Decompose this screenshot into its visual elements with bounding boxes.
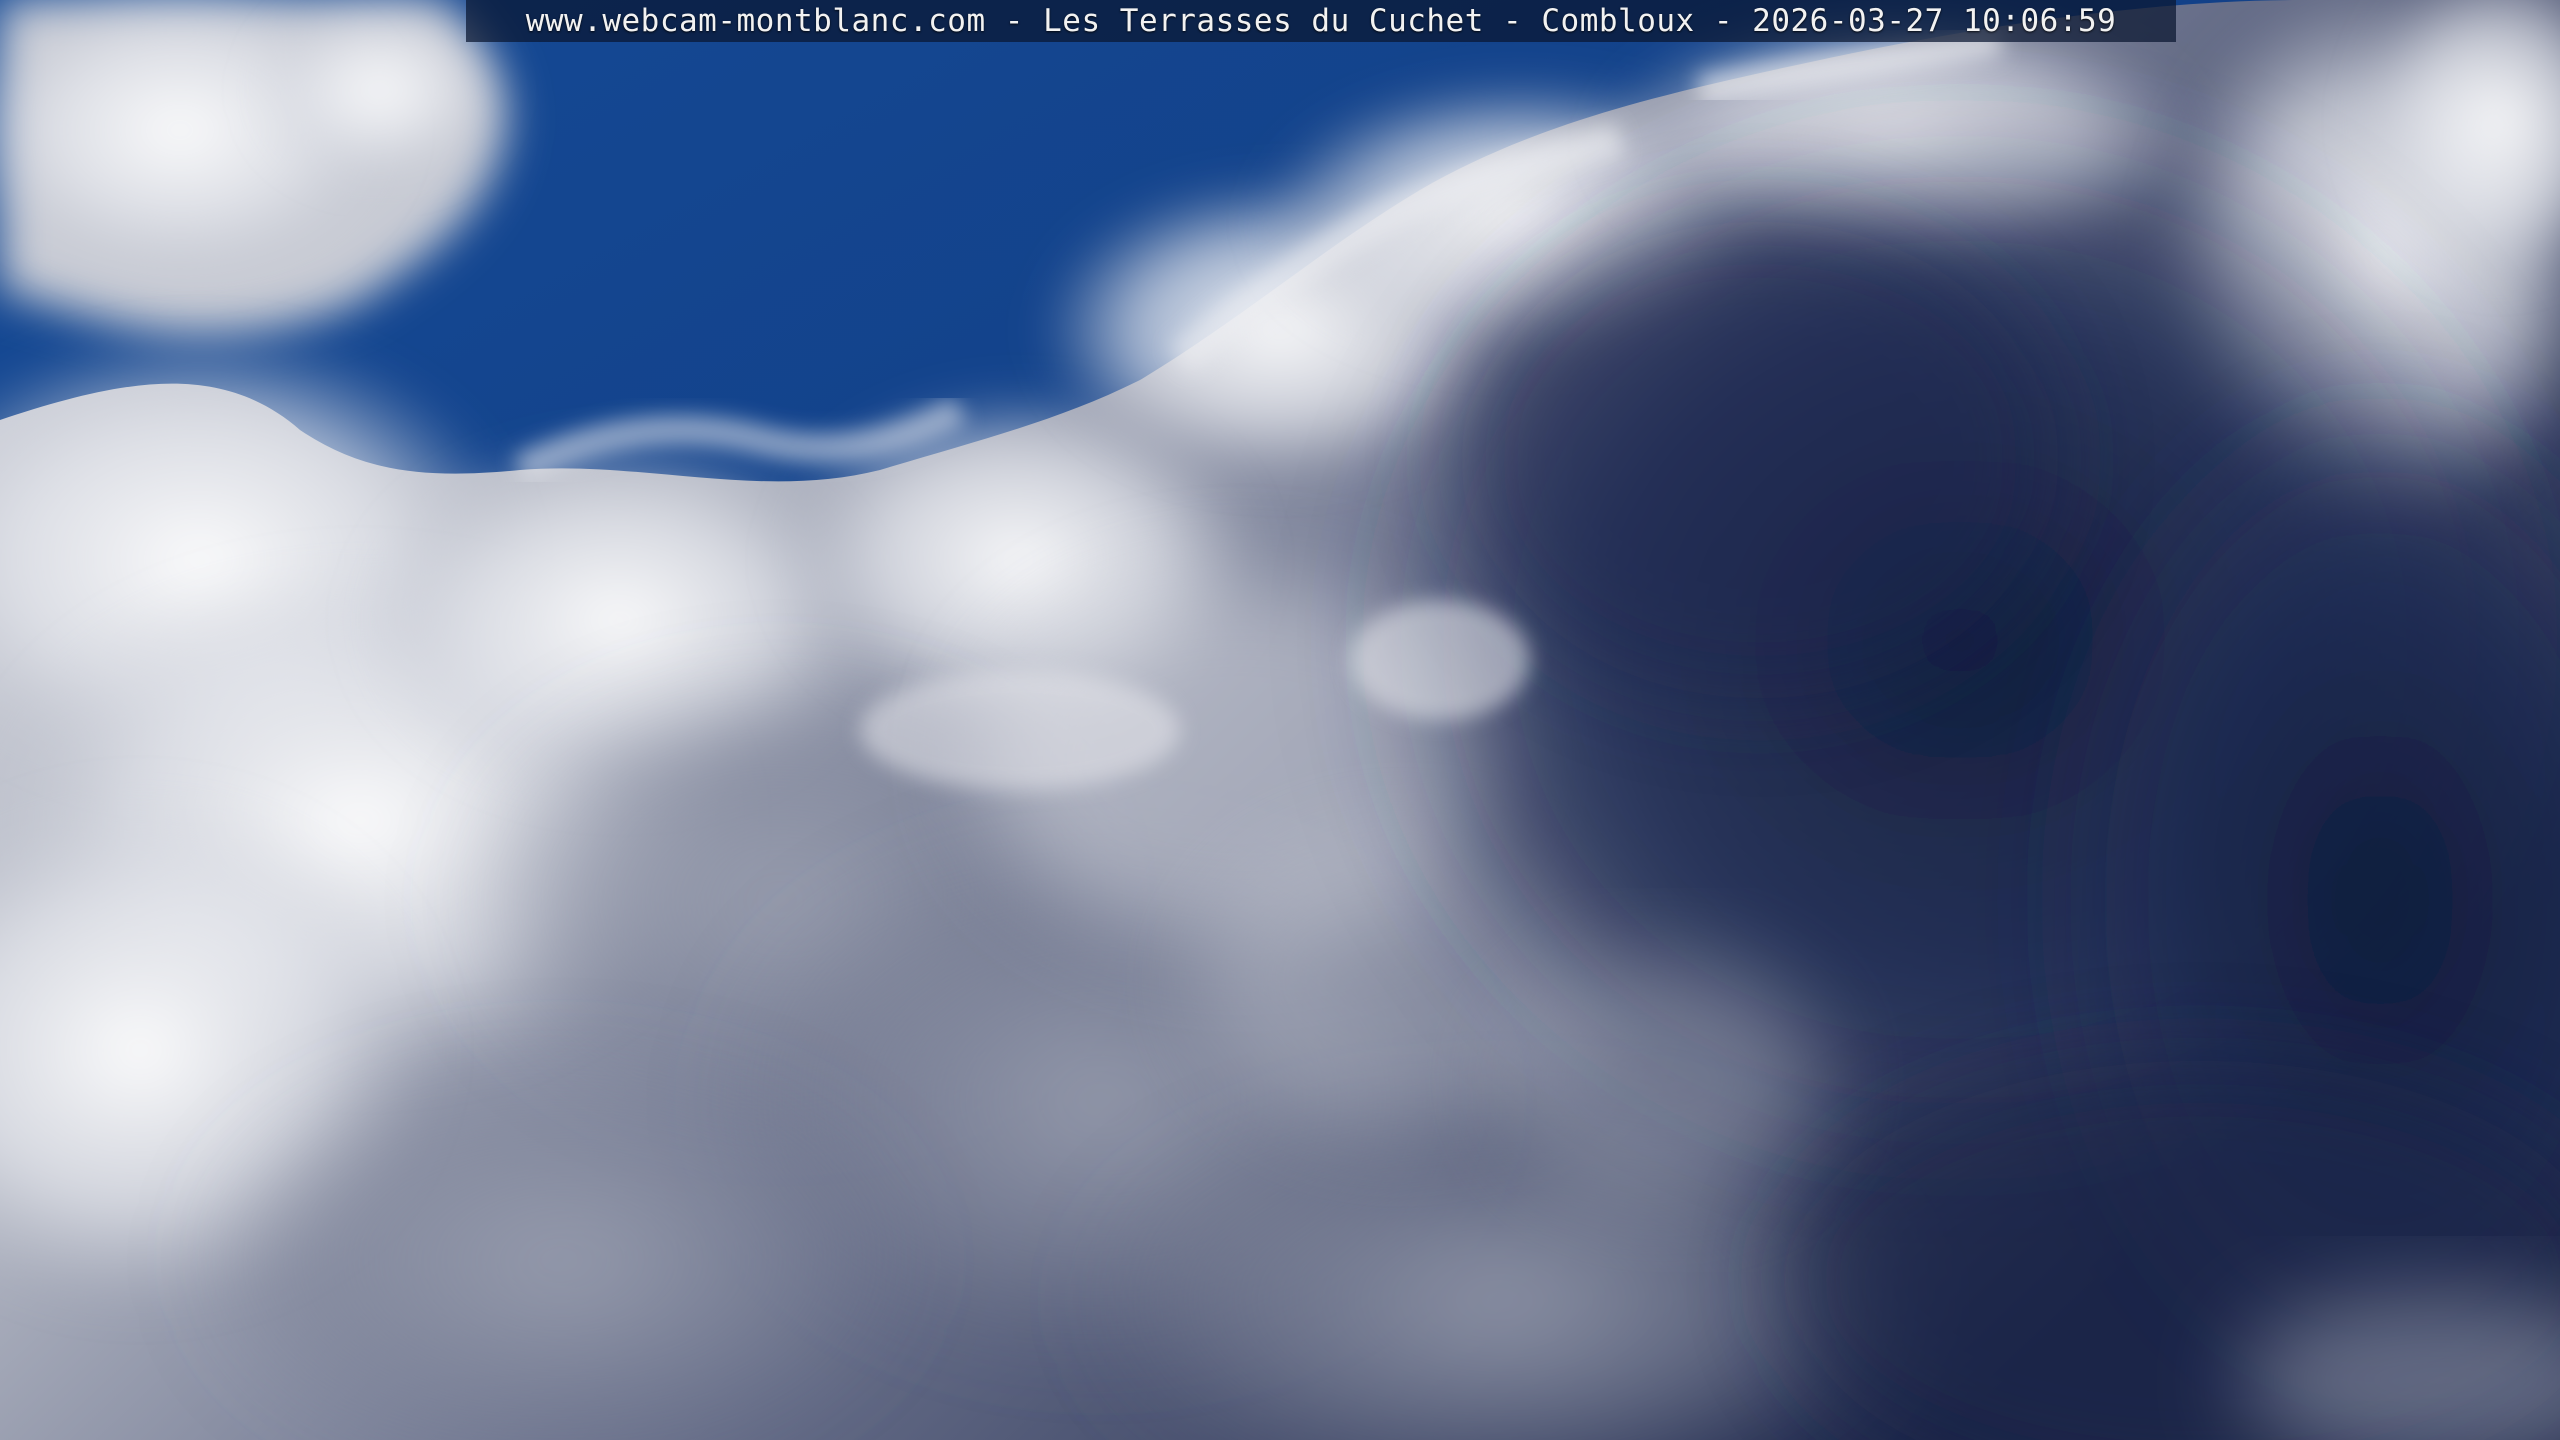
- sky-cloud-photo: [0, 0, 2560, 1440]
- webcam-frame: www.webcam-montblanc.com - Les Terrasses…: [0, 0, 2560, 1440]
- webcam-caption: www.webcam-montblanc.com - Les Terrasses…: [466, 0, 2176, 42]
